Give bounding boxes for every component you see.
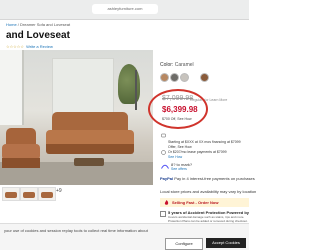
browser-toolbar: ashleyfurniture.com — [0, 0, 249, 20]
write-review-link[interactable]: Write a Review — [26, 44, 53, 49]
thumbnail-1[interactable] — [2, 187, 20, 201]
affirm-logo-icon — [161, 164, 169, 169]
color-swatch-brown[interactable] — [200, 73, 209, 82]
review-row: ☆☆☆☆☆ Write a Review — [6, 44, 53, 49]
breadcrumb-home-link[interactable]: Home — [6, 22, 17, 27]
selling-fast-banner: Selling Fast - Order Now — [160, 198, 249, 207]
wall-art-image — [52, 58, 114, 115]
sofa-image — [46, 112, 134, 156]
accept-cookies-button[interactable]: Accept Cookies — [206, 238, 246, 248]
lease-line-1: Or $207/mo lease payments at $7099 — [168, 150, 227, 154]
color-swatch-light[interactable] — [180, 73, 189, 82]
lease-line-2[interactable]: See How — [168, 155, 182, 159]
color-swatch-caramel[interactable] — [160, 73, 169, 82]
paypal-text: Pay in 4 interest-free payments on purch… — [174, 176, 255, 181]
price-highlight-circle — [148, 89, 208, 129]
financing-line-2[interactable]: Offer, See How — [168, 145, 192, 149]
product-hero-image[interactable] — [0, 50, 153, 185]
paypal-row: PayPal Pay in 4 interest-free payments o… — [160, 176, 255, 181]
lamp-decoration — [135, 70, 137, 110]
fire-icon — [164, 200, 169, 205]
stock-note: Local store prices and availability may … — [160, 189, 257, 194]
breadcrumb-current: Dreamer Sofa and Loveseat — [20, 22, 71, 27]
financing-icon — [161, 133, 166, 138]
affirm-line-2[interactable]: See offers — [171, 167, 187, 171]
loveseat-image — [2, 128, 40, 168]
color-value: Caramel — [174, 62, 194, 68]
lease-icon — [161, 150, 166, 155]
color-swatch-gray[interactable] — [170, 73, 179, 82]
thumbnail-strip: +9 — [0, 187, 153, 201]
star-rating-icon: ☆☆☆☆☆ — [6, 44, 24, 49]
page-title: and Loveseat — [6, 30, 70, 41]
color-selector-label: Color: Caramel — [160, 62, 194, 68]
color-label: Color: — [160, 62, 174, 68]
protection-checkbox[interactable] — [160, 211, 166, 217]
cookie-text: your use of cookies and session replay t… — [4, 228, 148, 233]
thumbnail-2[interactable] — [20, 187, 38, 201]
paypal-logo: PayPal — [160, 176, 174, 181]
thumbnail-3[interactable] — [38, 187, 56, 201]
url-bar[interactable]: ashleyfurniture.com — [92, 4, 158, 14]
coffee-table-decoration — [74, 158, 104, 166]
breadcrumb: Home / Dreamer Sofa and Loveseat — [6, 22, 70, 27]
window-decoration — [0, 50, 24, 125]
savings-note[interactable]: $700 Off, See How — [162, 117, 192, 121]
more-images-button[interactable]: +9 — [56, 188, 62, 194]
selling-fast-label: Selling Fast - Order Now — [172, 200, 219, 205]
financing-line-1: Starting at $XXX at XX mos financing at … — [168, 140, 241, 144]
configure-cookies-button[interactable]: Configure — [165, 238, 203, 250]
